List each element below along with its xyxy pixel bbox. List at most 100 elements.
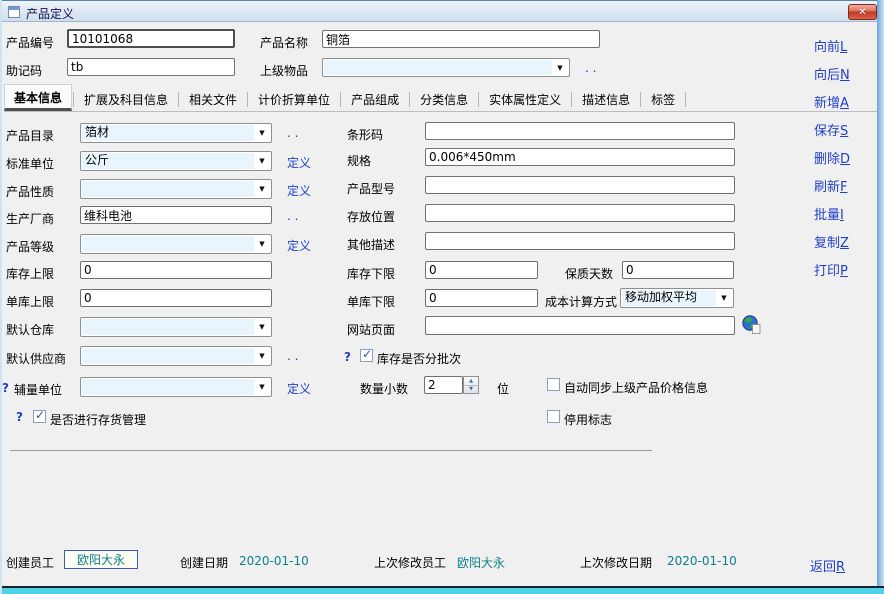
stock-lower-label: 库存下限: [347, 265, 395, 282]
shelf-days-label: 保质天数: [565, 265, 613, 282]
catalog-more-link[interactable]: . .: [287, 126, 298, 140]
shelf-days-input[interactable]: [622, 261, 734, 279]
tab-entity-attributes[interactable]: 实体属性定义: [480, 87, 570, 111]
qty-decimals-stepper[interactable]: ▲ ▼: [463, 376, 479, 394]
nav-batch-button[interactable]: 批量I: [814, 204, 844, 223]
nav-save-button[interactable]: 保存S: [814, 120, 848, 139]
created-by-label: 创建员工: [6, 554, 54, 571]
product-code-input[interactable]: [67, 29, 235, 48]
model-input[interactable]: [425, 176, 735, 194]
inventory-mgmt-checkbox[interactable]: [33, 410, 46, 423]
catalog-value: 箔材: [82, 125, 254, 141]
parent-item-select[interactable]: ▼: [322, 58, 570, 77]
default-warehouse-label: 默认仓库: [6, 321, 54, 338]
tab-product-composition[interactable]: 产品组成: [342, 87, 408, 111]
other-desc-label: 其他描述: [347, 236, 395, 253]
created-date-label: 创建日期: [180, 554, 228, 571]
tab-separator: [340, 92, 341, 107]
nav-refresh-button[interactable]: 刷新F: [814, 176, 848, 195]
grade-select[interactable]: ▼: [80, 234, 272, 254]
created-by-button[interactable]: 欧阳大永: [64, 550, 138, 569]
auto-sync-checkbox[interactable]: [547, 378, 560, 391]
grade-define-link[interactable]: 定义: [287, 237, 311, 254]
single-lower-input[interactable]: [425, 289, 538, 307]
aux-unit-help-icon[interactable]: ?: [2, 381, 9, 395]
product-name-label: 产品名称: [260, 34, 308, 51]
tab-basic-info[interactable]: 基本信息: [4, 84, 72, 111]
catalog-label: 产品目录: [6, 127, 54, 144]
nav-backward-button[interactable]: 向后N: [814, 64, 850, 83]
tab-related-files[interactable]: 相关文件: [180, 87, 246, 111]
catalog-select[interactable]: 箔材 ▼: [80, 123, 272, 143]
chevron-down-icon: ▼: [254, 236, 270, 252]
chevron-down-icon: ▼: [254, 319, 270, 335]
std-unit-select[interactable]: 公斤 ▼: [80, 151, 272, 171]
spinner-up-icon[interactable]: ▲: [464, 377, 478, 386]
stock-lower-input[interactable]: [425, 261, 538, 279]
spec-input[interactable]: [425, 148, 735, 166]
default-supplier-select[interactable]: ▼: [80, 346, 272, 366]
aux-unit-select[interactable]: ▼: [80, 377, 272, 397]
disabled-flag-label: 停用标志: [564, 411, 612, 428]
aux-unit-value: [82, 379, 254, 395]
default-supplier-value: [82, 348, 254, 364]
location-input[interactable]: [425, 204, 735, 222]
nature-select[interactable]: ▼: [80, 179, 272, 199]
titlebar: 产品定义 ✕: [2, 0, 884, 22]
parent-item-more-link[interactable]: . .: [585, 61, 596, 75]
stock-upper-input[interactable]: [80, 261, 272, 279]
aux-unit-define-link[interactable]: 定义: [287, 380, 311, 397]
chevron-down-icon: ▼: [716, 290, 732, 306]
nav-delete-button[interactable]: 删除D: [814, 148, 850, 167]
chevron-down-icon: ▼: [254, 125, 270, 141]
product-name-input[interactable]: [322, 30, 600, 48]
tab-labels[interactable]: 标签: [642, 87, 684, 111]
tab-separator: [247, 92, 248, 107]
inventory-mgmt-help-icon[interactable]: ?: [16, 410, 23, 424]
modified-by-value: 欧阳大永: [457, 554, 505, 571]
chevron-down-icon: ▼: [552, 60, 568, 75]
tab-extended-info[interactable]: 扩展及科目信息: [75, 87, 177, 111]
nav-button-key: A: [840, 96, 849, 111]
nav-print-button[interactable]: 打印P: [814, 260, 848, 279]
spinner-down-icon[interactable]: ▼: [464, 386, 478, 394]
globe-icon[interactable]: [742, 315, 761, 334]
nav-copy-button[interactable]: 复制Z: [814, 232, 849, 251]
nav-forward-button[interactable]: 向前L: [814, 36, 847, 55]
cost-method-label: 成本计算方式: [545, 293, 617, 310]
product-definition-window: 产品定义 ✕ 产品编号 产品名称 助记码 上级物品 ▼ . . 基本信息 扩展及…: [0, 0, 884, 594]
tab-description[interactable]: 描述信息: [573, 87, 639, 111]
batch-checkbox[interactable]: [360, 349, 373, 362]
other-desc-input[interactable]: [425, 232, 735, 250]
nav-button-key: S: [840, 124, 848, 139]
chevron-down-icon: ▼: [254, 153, 270, 169]
tab-pricing-units[interactable]: 计价折算单位: [249, 87, 339, 111]
nav-button-text: 删除: [814, 152, 840, 167]
created-date-value: 2020-01-10: [239, 554, 309, 568]
mnemonic-input[interactable]: [67, 58, 235, 76]
nav-add-button[interactable]: 新增A: [814, 92, 849, 111]
single-upper-input[interactable]: [80, 289, 272, 307]
tab-separator: [640, 92, 641, 107]
website-label: 网站页面: [347, 321, 395, 338]
qty-decimals-input[interactable]: [424, 376, 463, 394]
qty-decimals-label: 数量小数: [360, 380, 408, 397]
manufacturer-more-link[interactable]: . .: [287, 209, 298, 223]
disabled-flag-checkbox[interactable]: [547, 410, 560, 423]
nav-button-key: I: [840, 208, 844, 223]
cost-method-select[interactable]: 移动加权平均 ▼: [620, 288, 734, 308]
website-input[interactable]: [425, 316, 735, 335]
barcode-input[interactable]: [425, 122, 735, 140]
product-code-label: 产品编号: [6, 34, 54, 51]
batch-help-icon[interactable]: ?: [344, 350, 351, 364]
batch-label: 库存是否分批次: [377, 350, 461, 367]
default-warehouse-select[interactable]: ▼: [80, 317, 272, 337]
nature-define-link[interactable]: 定义: [287, 182, 311, 199]
std-unit-define-link[interactable]: 定义: [287, 154, 311, 171]
default-supplier-more-link[interactable]: . .: [287, 349, 298, 363]
manufacturer-input[interactable]: [80, 206, 272, 224]
close-button[interactable]: ✕: [848, 4, 877, 20]
tab-classification[interactable]: 分类信息: [411, 87, 477, 111]
return-button[interactable]: 返回R: [810, 556, 845, 575]
modified-date-label: 上次修改日期: [580, 554, 652, 571]
